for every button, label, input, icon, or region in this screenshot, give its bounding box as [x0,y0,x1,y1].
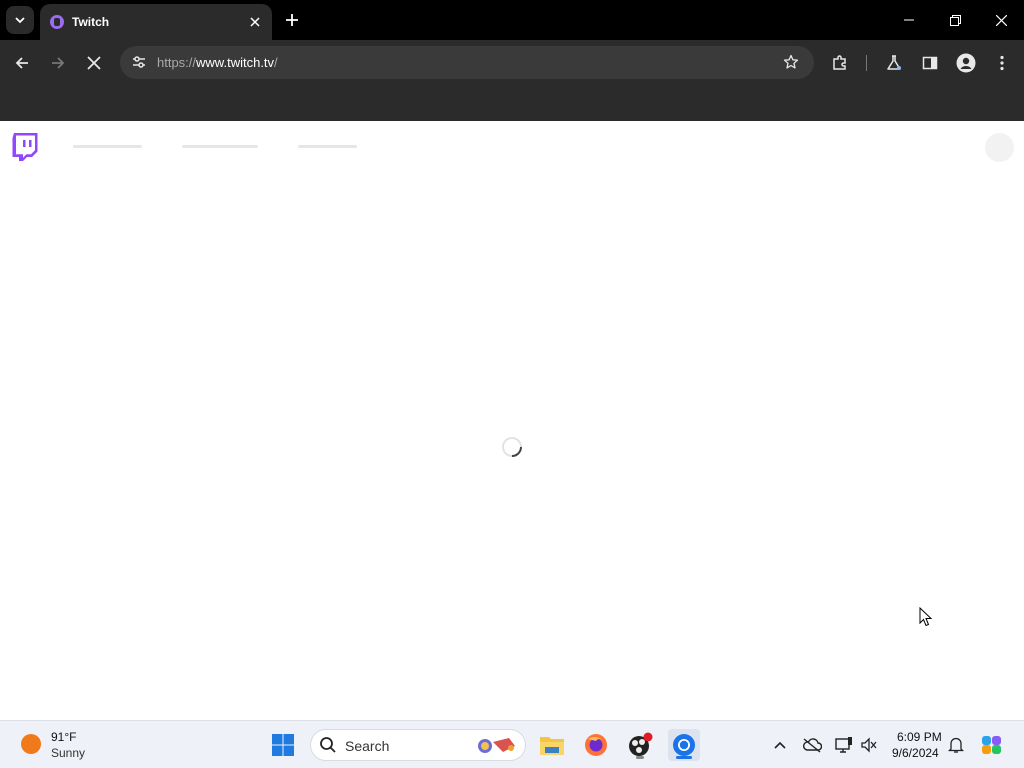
bookmark-star-button[interactable] [780,51,802,73]
chevron-down-icon [15,17,25,24]
running-indicator [636,756,644,759]
search-label: Search [345,738,390,754]
minimize-button[interactable] [886,0,932,40]
url-text: https://www.twitch.tv/ [157,55,278,70]
restore-button[interactable] [932,0,978,40]
obs-studio-button[interactable] [624,729,656,761]
toolbar-divider [866,55,867,71]
taskbar-search-box[interactable]: Search [310,729,526,761]
nav-skeleton-placeholder [73,145,142,148]
tab-strip: Twitch [0,0,1024,40]
active-indicator [676,756,692,759]
minimize-icon [904,19,914,21]
forward-button[interactable] [44,49,72,77]
labs-button[interactable] [880,49,908,77]
tune-icon [133,56,145,68]
restore-icon [949,14,961,26]
address-bar[interactable]: https://www.twitch.tv/ [120,46,814,79]
flask-icon [887,55,901,70]
page-content [0,121,1024,720]
browser-toolbar: https://www.twitch.tv/ [0,40,1024,86]
avatar-skeleton-placeholder [985,133,1014,162]
tab-search-button[interactable] [6,6,34,34]
weather-condition[interactable]: Sunny [51,746,85,760]
firefox-button[interactable] [580,729,612,761]
puzzle-icon [833,55,846,70]
sun-icon[interactable] [21,734,41,754]
more-vertical-icon [1000,55,1004,71]
windows-logo-icon [272,734,294,756]
clock-time[interactable]: 6:09 PM [897,730,942,744]
show-hidden-icons-button[interactable] [768,733,792,757]
copilot-button[interactable] [980,733,1004,757]
start-button[interactable] [267,729,299,761]
arrow-right-icon [52,57,65,69]
nav-skeleton-placeholder [182,145,258,148]
nav-skeleton-placeholder [298,145,357,148]
star-icon [783,54,799,69]
tab-title: Twitch [72,15,110,29]
back-button[interactable] [8,49,36,77]
volume-button[interactable] [857,733,881,757]
arrow-left-icon [15,57,28,69]
extensions-button[interactable] [826,49,854,77]
profile-button[interactable] [952,49,980,77]
tab-close-button[interactable] [246,13,264,31]
account-circle-icon [956,53,976,73]
obs-icon [629,732,653,756]
clock-date[interactable]: 9/6/2024 [892,746,939,760]
plus-icon [286,14,298,26]
search-icon [320,737,336,753]
twitch-logo-icon[interactable] [12,133,38,161]
speaker-muted-icon [861,737,877,753]
firefox-icon [585,734,607,756]
chevron-up-icon [774,741,786,749]
weather-temperature[interactable]: 91°F [51,730,76,744]
windows-taskbar: 91°F Sunny Search 6:09 PM 9/6/2024 [0,720,1024,768]
chrome-menu-button[interactable] [988,49,1016,77]
tab-twitch[interactable]: Twitch [40,4,272,40]
bookmarks-bar [0,86,1024,121]
chrome-button[interactable] [668,729,700,761]
close-icon [995,14,1007,26]
chrome-icon [673,734,695,756]
close-window-button[interactable] [978,0,1024,40]
notifications-button[interactable] [944,733,968,757]
network-icon [835,737,852,753]
folder-icon [540,737,564,755]
close-icon [250,17,260,27]
file-explorer-button[interactable] [536,729,568,761]
bell-icon [948,737,964,753]
new-tab-button[interactable] [280,8,304,32]
onedrive-button[interactable] [800,733,824,757]
side-panel-icon [922,56,938,70]
search-highlight-icon [478,738,515,753]
site-info-button[interactable] [126,49,152,75]
network-button[interactable] [832,733,856,757]
close-icon [87,56,101,70]
loading-spinner-icon [502,437,522,457]
mouse-cursor-icon [919,607,933,627]
twitch-favicon-icon [50,15,64,29]
side-panel-button[interactable] [916,49,944,77]
copilot-icon [982,736,1001,754]
stop-loading-button[interactable] [80,49,108,77]
cloud-offline-icon [803,738,822,753]
